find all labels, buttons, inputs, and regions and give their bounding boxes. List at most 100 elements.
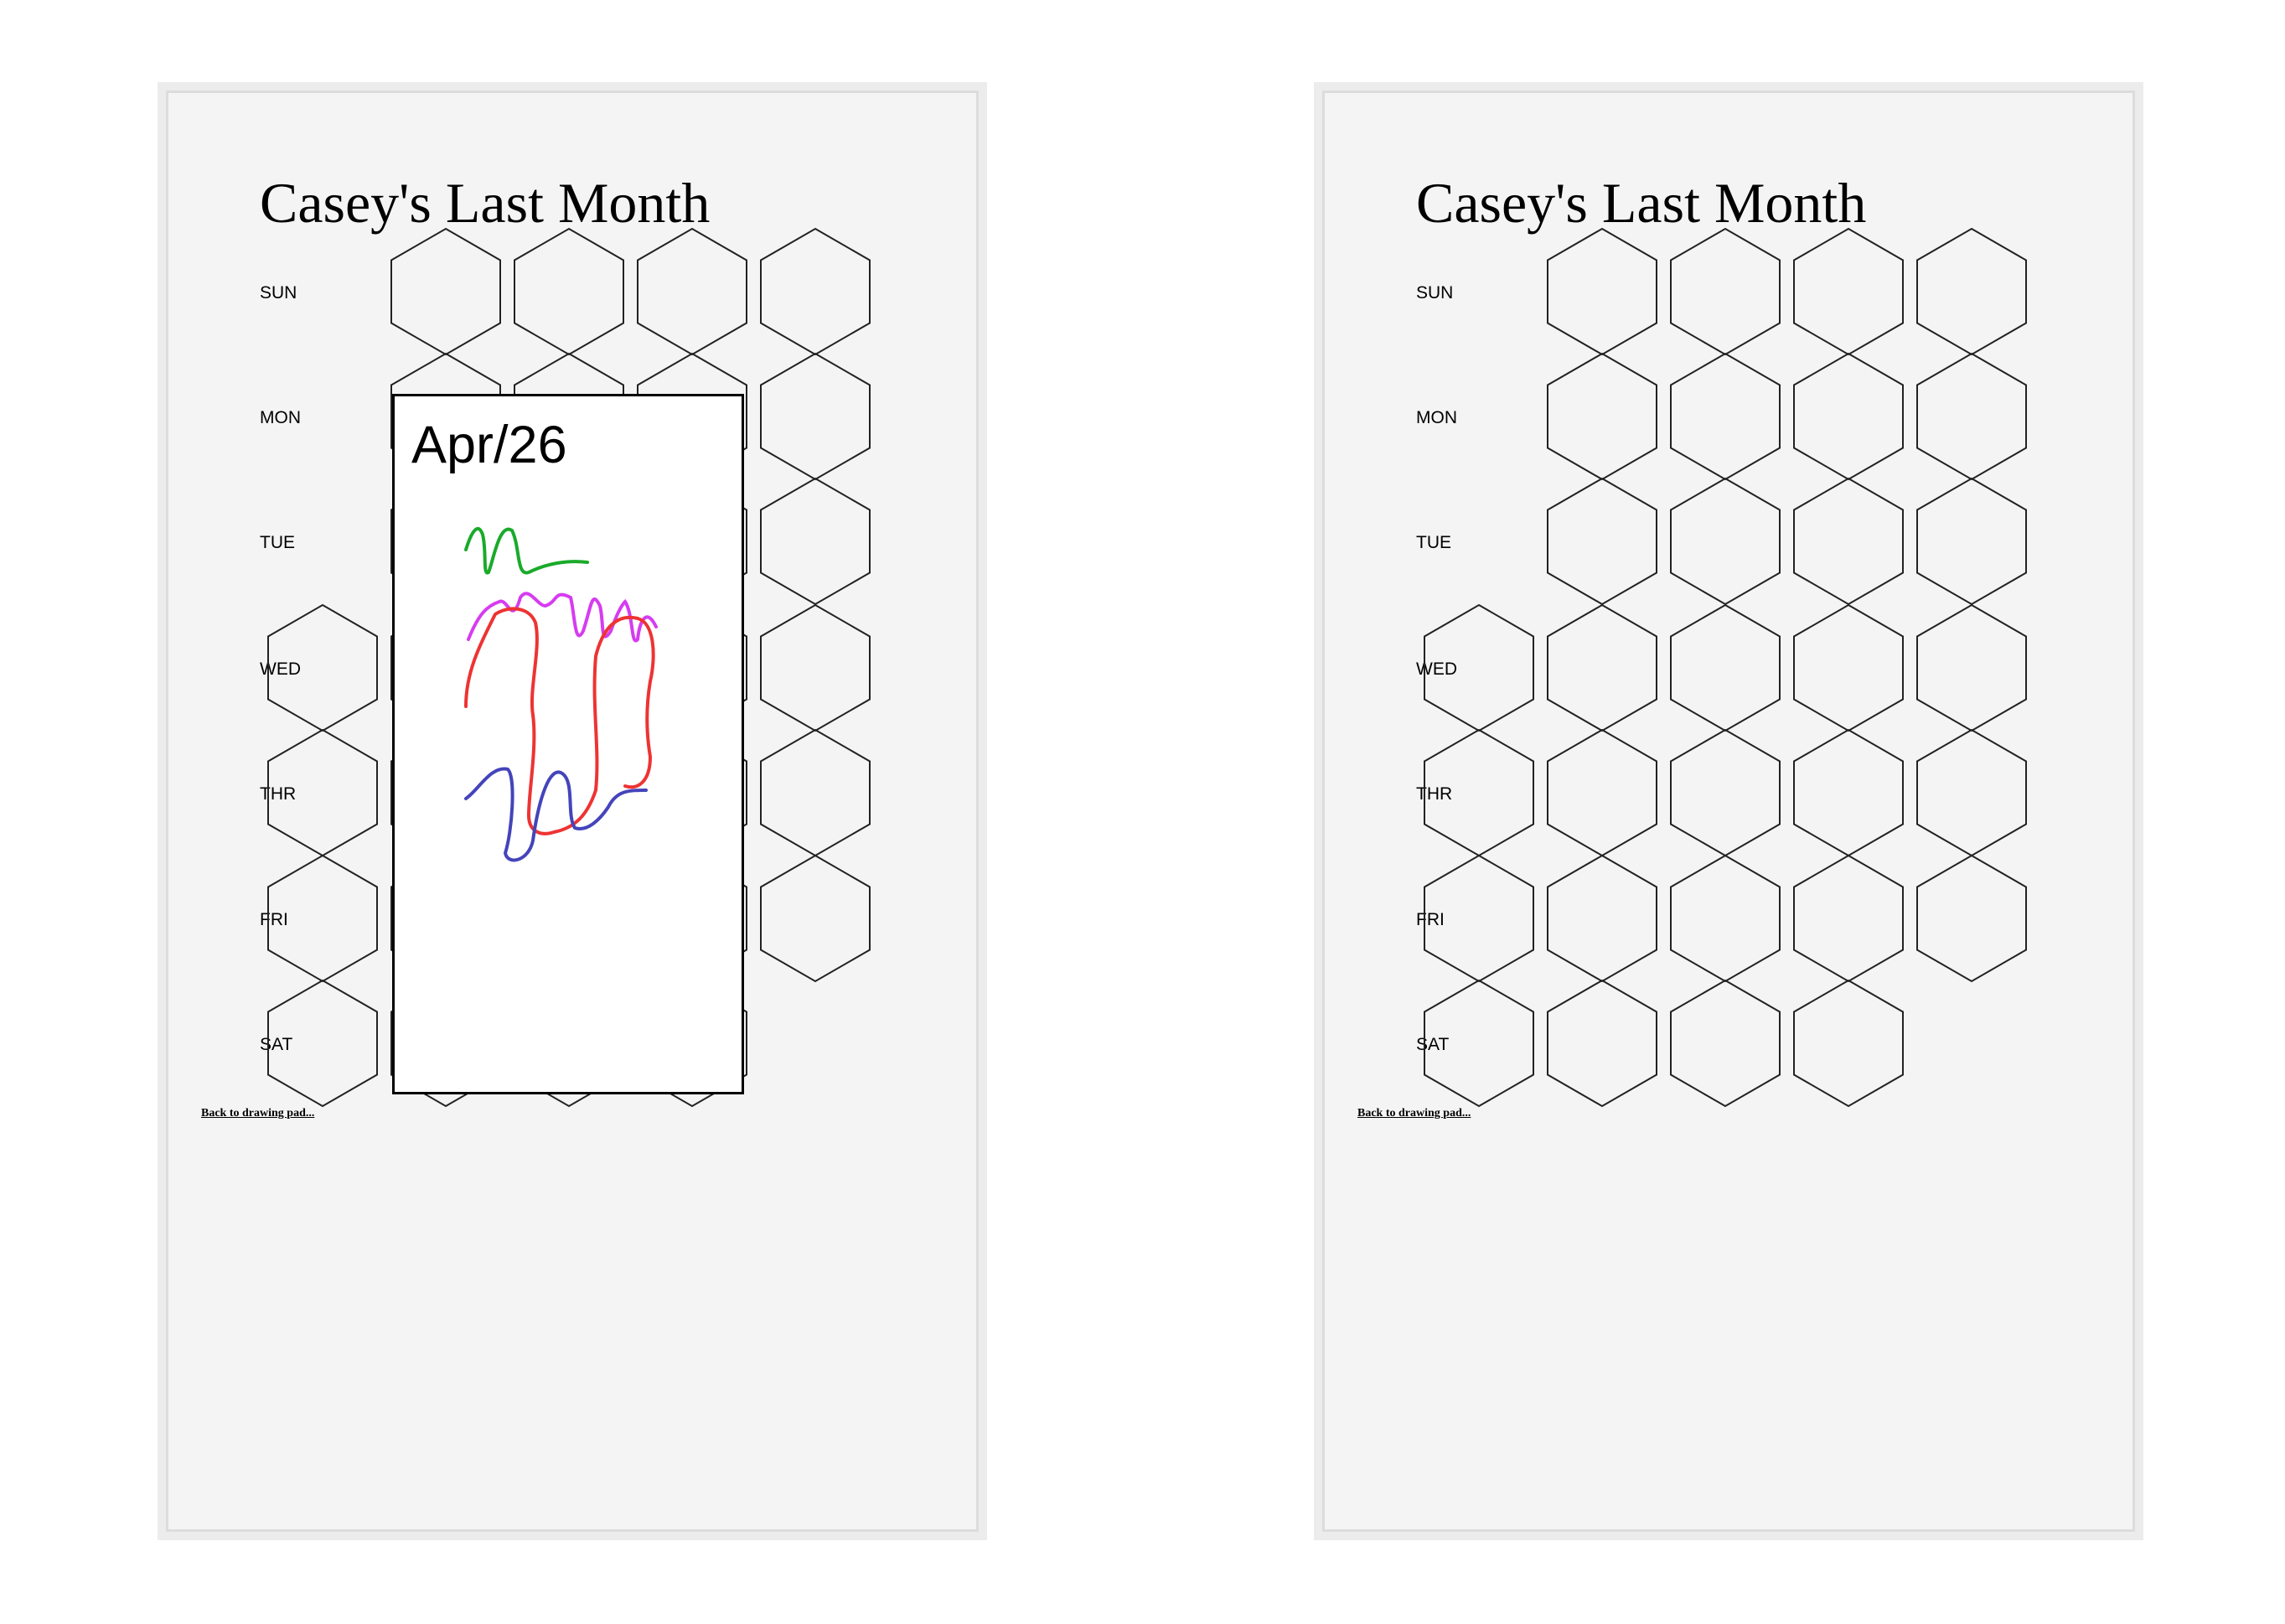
day-cell-wed[interactable] [760,603,871,732]
drawing-stroke [1921,521,2024,558]
hexagon-icon [1547,227,1657,356]
drawing-stroke [1802,914,1895,934]
hexagon-icon [1916,854,2027,983]
drawing-stroke [765,653,866,685]
day-cell-mon[interactable] [1670,352,1781,481]
hexagon-icon [760,352,871,481]
hexagon-icon [1916,477,2027,606]
day-cell-mon[interactable] [1547,352,1657,481]
day-cell-tue[interactable] [1670,477,1781,606]
hexagon-icon [514,227,624,356]
day-cell-tue[interactable] [760,477,871,606]
hexagon-icon [1547,728,1657,857]
day-cell-fri[interactable] [760,854,871,983]
hexagon-icon [1424,728,1534,857]
day-cell-sat[interactable] [1793,979,1904,1108]
drawing-stroke [1815,897,1897,915]
day-cell-sat[interactable] [267,979,378,1108]
day-cell-sun[interactable] [390,227,501,356]
hexagon-icon [1916,352,2027,481]
stroke-red [464,607,655,835]
day-cell-sun[interactable] [514,227,624,356]
hexagon-icon [1670,728,1781,857]
hexagon-icon [1670,227,1781,356]
day-cell-thr[interactable] [1670,728,1781,857]
day-cell-sun[interactable] [637,227,747,356]
drawing-stroke [765,780,867,809]
drawing-stroke [1921,780,2024,809]
hexagon-icon [1424,854,1534,983]
day-cell-mon[interactable] [760,352,871,481]
day-cell-fri[interactable] [1547,854,1657,983]
day-cell-sun[interactable] [760,227,871,356]
drawing-thumbnail [1921,653,2022,685]
day-cell-thr[interactable] [760,728,871,857]
day-cell-tue[interactable] [1916,477,2027,606]
drawing-stroke [1798,792,1900,800]
day-cell-tue[interactable] [1547,477,1657,606]
drawing-thumbnail [765,882,867,965]
drawing-stroke [1802,794,1900,801]
day-cell-sun[interactable] [1793,227,1904,356]
day-cell-fri[interactable] [1916,854,2027,983]
hexagon-icon [760,854,871,983]
hexagon-icon [1547,352,1657,481]
hex-calendar-grid [1424,227,2027,1108]
drawing-thumbnail [765,653,866,685]
day-cell-sat[interactable] [1424,979,1534,1108]
hexagon-icon [1547,979,1657,1108]
drawing-thumbnail [1798,780,1900,801]
day-cell-mon[interactable] [1916,352,2027,481]
drawing-stroke [1921,653,2022,685]
day-cell-sun[interactable] [1916,227,2027,356]
day-cell-thr[interactable] [1424,728,1534,857]
day-cell-wed[interactable] [267,603,378,732]
hexagon-icon [1916,728,2027,857]
day-cell-thr[interactable] [1547,728,1657,857]
day-detail-popup[interactable]: Apr/26 [392,394,744,1094]
day-cell-sun[interactable] [1670,227,1781,356]
drawing-thumbnail [765,521,867,560]
drawing-thumbnail [765,758,867,809]
day-cell-fri[interactable] [1793,854,1904,983]
day-cell-wed[interactable] [1547,603,1657,732]
day-cell-sat[interactable] [1547,979,1657,1108]
drawing-stroke [1921,401,2024,432]
back-to-drawing-pad-link[interactable]: Back to drawing pad... [1357,1107,1471,1120]
day-cell-wed[interactable] [1424,603,1534,732]
drawing-stroke [765,528,867,559]
hexagon-icon [1670,603,1781,732]
day-cell-fri[interactable] [1670,854,1781,983]
day-cell-thr[interactable] [267,728,378,857]
day-cell-mon[interactable] [1793,352,1904,481]
hexagon-icon [760,227,871,356]
day-cell-sat[interactable] [1670,979,1781,1108]
hexagon-icon [637,227,747,356]
day-cell-fri[interactable] [1424,854,1534,983]
hexagon-icon [267,979,378,1108]
day-cell-tue[interactable] [1793,477,1904,606]
hexagon-icon [267,728,378,857]
day-cell-thr[interactable] [1916,728,2027,857]
back-to-drawing-pad-link[interactable]: Back to drawing pad... [201,1107,314,1120]
calendar-screen-right: Casey's Last Month SUN MON TUE WED THR F… [1314,82,2143,1540]
drawing-stroke [769,917,867,931]
stroke-blue [464,767,648,862]
day-cell-sun[interactable] [1547,227,1657,356]
hexagon-icon [760,603,871,732]
day-cell-wed[interactable] [1916,603,2027,732]
drawing-stroke [1798,787,1900,796]
drawing-stroke [765,882,867,965]
drawing-stroke [1938,914,2020,926]
day-cell-fri[interactable] [267,854,378,983]
day-cell-thr[interactable] [1793,728,1904,857]
hexagon-icon [1670,979,1781,1108]
day-cell-wed[interactable] [1793,603,1904,732]
hexagon-icon [1916,603,2027,732]
hexagon-icon [760,728,871,857]
hexagon-icon [267,854,378,983]
drawing-stroke [1921,918,1955,923]
drawing-stroke [1811,927,1861,939]
day-cell-wed[interactable] [1670,603,1781,732]
hexagon-icon [760,477,871,606]
